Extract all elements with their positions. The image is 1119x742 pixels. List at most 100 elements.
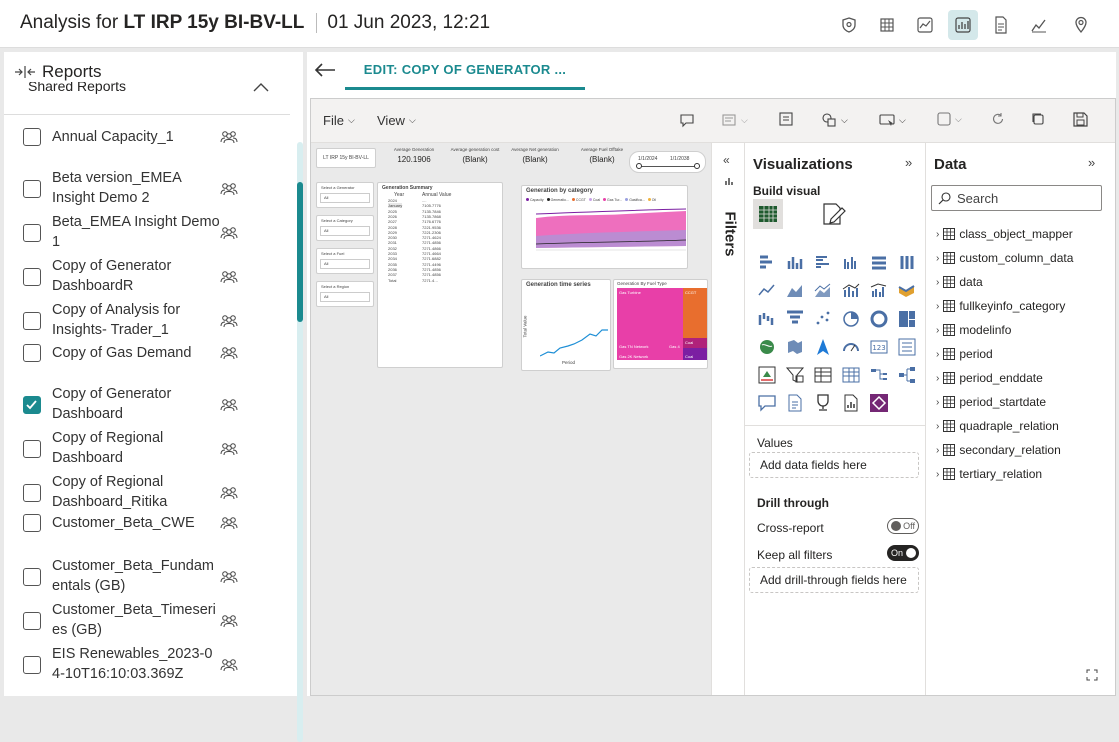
narrative-icon[interactable] <box>781 389 809 417</box>
line-column-icon[interactable] <box>837 277 865 305</box>
table-icon[interactable] <box>809 361 837 389</box>
data-table-item[interactable]: › secondary_relation <box>936 443 1061 457</box>
treemap-cell-gas-turbine[interactable]: Gas Turbine Gas TN Network Gas 2K Network G… <box>617 288 683 360</box>
document-icon[interactable] <box>986 10 1016 40</box>
report-list-item[interactable]: Copy of Analysis for Insights- Trader_1 <box>4 299 290 339</box>
chevron-left-icon[interactable]: « <box>723 153 730 167</box>
shared-group-icon[interactable] <box>220 398 238 412</box>
chevron-right-icon[interactable]: › <box>936 277 939 288</box>
goals-icon[interactable] <box>809 389 837 417</box>
report-list-item[interactable]: Copy of Regional Dashboard <box>4 427 290 467</box>
refresh-icon[interactable] <box>991 112 1005 126</box>
chevron-right-icon[interactable]: › <box>936 325 939 336</box>
waterfall-icon[interactable] <box>753 305 781 333</box>
map-pin-icon[interactable] <box>1066 10 1096 40</box>
shared-group-icon[interactable] <box>220 516 238 530</box>
checkbox-checked[interactable] <box>23 396 41 414</box>
data-table-item[interactable]: › modelinfo <box>936 323 1011 337</box>
visual-interactions-icon[interactable]: ⌵ <box>937 112 962 126</box>
treemap-cell-ccgt[interactable]: CCGT <box>683 288 707 338</box>
clustered-column-icon[interactable] <box>837 249 865 277</box>
slicer-icon[interactable] <box>781 361 809 389</box>
data-table-item[interactable]: › quadraple_relation <box>936 419 1059 433</box>
data-table-item[interactable]: › class_object_mapper <box>936 227 1073 241</box>
gauge-icon[interactable] <box>837 333 865 361</box>
shared-group-icon[interactable] <box>220 442 238 456</box>
chevron-right-icon[interactable]: › <box>936 445 939 456</box>
power-apps-icon[interactable] <box>865 389 893 417</box>
kpi-card[interactable]: Average Fuel Offtake (Blank) <box>573 147 631 171</box>
checkbox[interactable] <box>23 656 41 674</box>
scatter-icon[interactable] <box>809 305 837 333</box>
report-list-item[interactable]: Customer_Beta_Fundamentals (GB) <box>4 555 290 595</box>
treemap-cell-coal-b[interactable]: Coal <box>683 348 707 360</box>
chart-box-icon[interactable] <box>910 10 940 40</box>
tab-edit-report[interactable]: EDIT: COPY OF GENERATOR ... <box>345 52 585 90</box>
report-list-item[interactable]: Copy of Generator Dashboard <box>4 383 290 423</box>
smart-narrative-icon[interactable]: ⌵ <box>721 112 748 128</box>
chevron-right-icon[interactable]: › <box>936 469 939 480</box>
slicer-dropdown[interactable]: Select a Generator All <box>316 182 374 208</box>
cross-report-toggle[interactable]: Off <box>887 518 919 534</box>
checkbox[interactable] <box>23 312 41 330</box>
scrollbar-thumb[interactable] <box>297 182 303 322</box>
dashboard-icon[interactable] <box>948 10 978 40</box>
key-influencers-icon[interactable] <box>893 361 921 389</box>
data-table-item[interactable]: › period_startdate <box>936 395 1046 409</box>
slicer-dropdown[interactable]: Select a Fuel All <box>316 248 374 274</box>
generation-summary-table[interactable]: Generation Summary Year Annual Value 202… <box>377 182 503 368</box>
data-table-item[interactable]: › data <box>936 275 983 289</box>
checkbox[interactable] <box>23 224 41 242</box>
generation-time-series-chart[interactable]: Generation time series Total Value Perio… <box>521 279 611 371</box>
data-table-item[interactable]: › period <box>936 347 993 361</box>
build-visual-tab[interactable] <box>753 199 783 229</box>
treemap-icon[interactable] <box>893 305 921 333</box>
pie-chart-icon[interactable] <box>837 305 865 333</box>
comment-icon[interactable] <box>679 112 695 128</box>
shared-group-icon[interactable] <box>220 570 238 584</box>
generation-by-fuel-type-treemap[interactable]: Generation By Fuel Type Gas Turbine Gas T… <box>613 279 708 369</box>
ribbon-chart-icon[interactable] <box>893 277 921 305</box>
table-icon[interactable] <box>872 10 902 40</box>
shared-group-icon[interactable] <box>220 658 238 672</box>
report-list-item[interactable]: Customer_Beta_CWE <box>4 511 290 532</box>
kpi-card[interactable]: Average generation cost (Blank) <box>446 147 504 171</box>
kpi-card[interactable]: Average Generation 120.1906 <box>385 147 443 171</box>
filters-pane-collapsed[interactable]: « Filters <box>711 143 744 695</box>
shared-group-icon[interactable] <box>220 130 238 144</box>
line-chart-icon[interactable] <box>1024 10 1054 40</box>
report-list-item[interactable]: Copy of Regional Dashboard_Ritika <box>4 471 290 511</box>
drill-through-dropzone[interactable]: Add drill-through fields here <box>749 567 919 593</box>
chevron-right-icon[interactable]: › <box>936 301 939 312</box>
report-list-item[interactable]: Beta_EMEA Insight Demo 1 <box>4 211 290 251</box>
report-list-item[interactable]: EIS Renewables_2023-04-10T16:10:03.369Z <box>4 643 290 683</box>
qa-icon[interactable] <box>753 389 781 417</box>
shared-group-icon[interactable] <box>220 270 238 284</box>
shared-group-icon[interactable] <box>220 314 238 328</box>
shared-group-icon[interactable] <box>220 226 238 240</box>
report-list-item[interactable]: Annual Capacity_1 <box>4 125 290 146</box>
chevron-right-icon[interactable]: » <box>905 155 912 170</box>
chevron-right-icon[interactable]: » <box>1088 155 1095 170</box>
multi-row-card-icon[interactable] <box>893 333 921 361</box>
report-list-item[interactable]: Copy of Generator DashboardR <box>4 255 290 295</box>
map-icon[interactable] <box>753 333 781 361</box>
chevron-right-icon[interactable]: › <box>936 373 939 384</box>
checkbox[interactable] <box>23 344 41 362</box>
shared-group-icon[interactable] <box>220 346 238 360</box>
100-bar-icon[interactable] <box>865 249 893 277</box>
card-icon[interactable]: 123 <box>865 333 893 361</box>
area-chart-icon[interactable] <box>781 277 809 305</box>
checkbox[interactable] <box>23 612 41 630</box>
treemap-cell-coal-a[interactable]: Coal <box>683 338 707 348</box>
chevron-right-icon[interactable]: › <box>936 253 939 264</box>
data-table-item[interactable]: › fullkeyinfo_category <box>936 299 1065 313</box>
duplicate-icon[interactable] <box>1031 112 1045 126</box>
shared-group-icon[interactable] <box>220 614 238 628</box>
kpi-card[interactable]: Average Net generation (Blank) <box>506 147 564 171</box>
funnel-icon[interactable] <box>781 305 809 333</box>
decomposition-tree-icon[interactable] <box>865 361 893 389</box>
date-slicer[interactable]: 1/1/2024 1/1/2038 <box>629 151 706 173</box>
100-column-icon[interactable] <box>893 249 921 277</box>
data-table-item[interactable]: › period_enddate <box>936 371 1043 385</box>
